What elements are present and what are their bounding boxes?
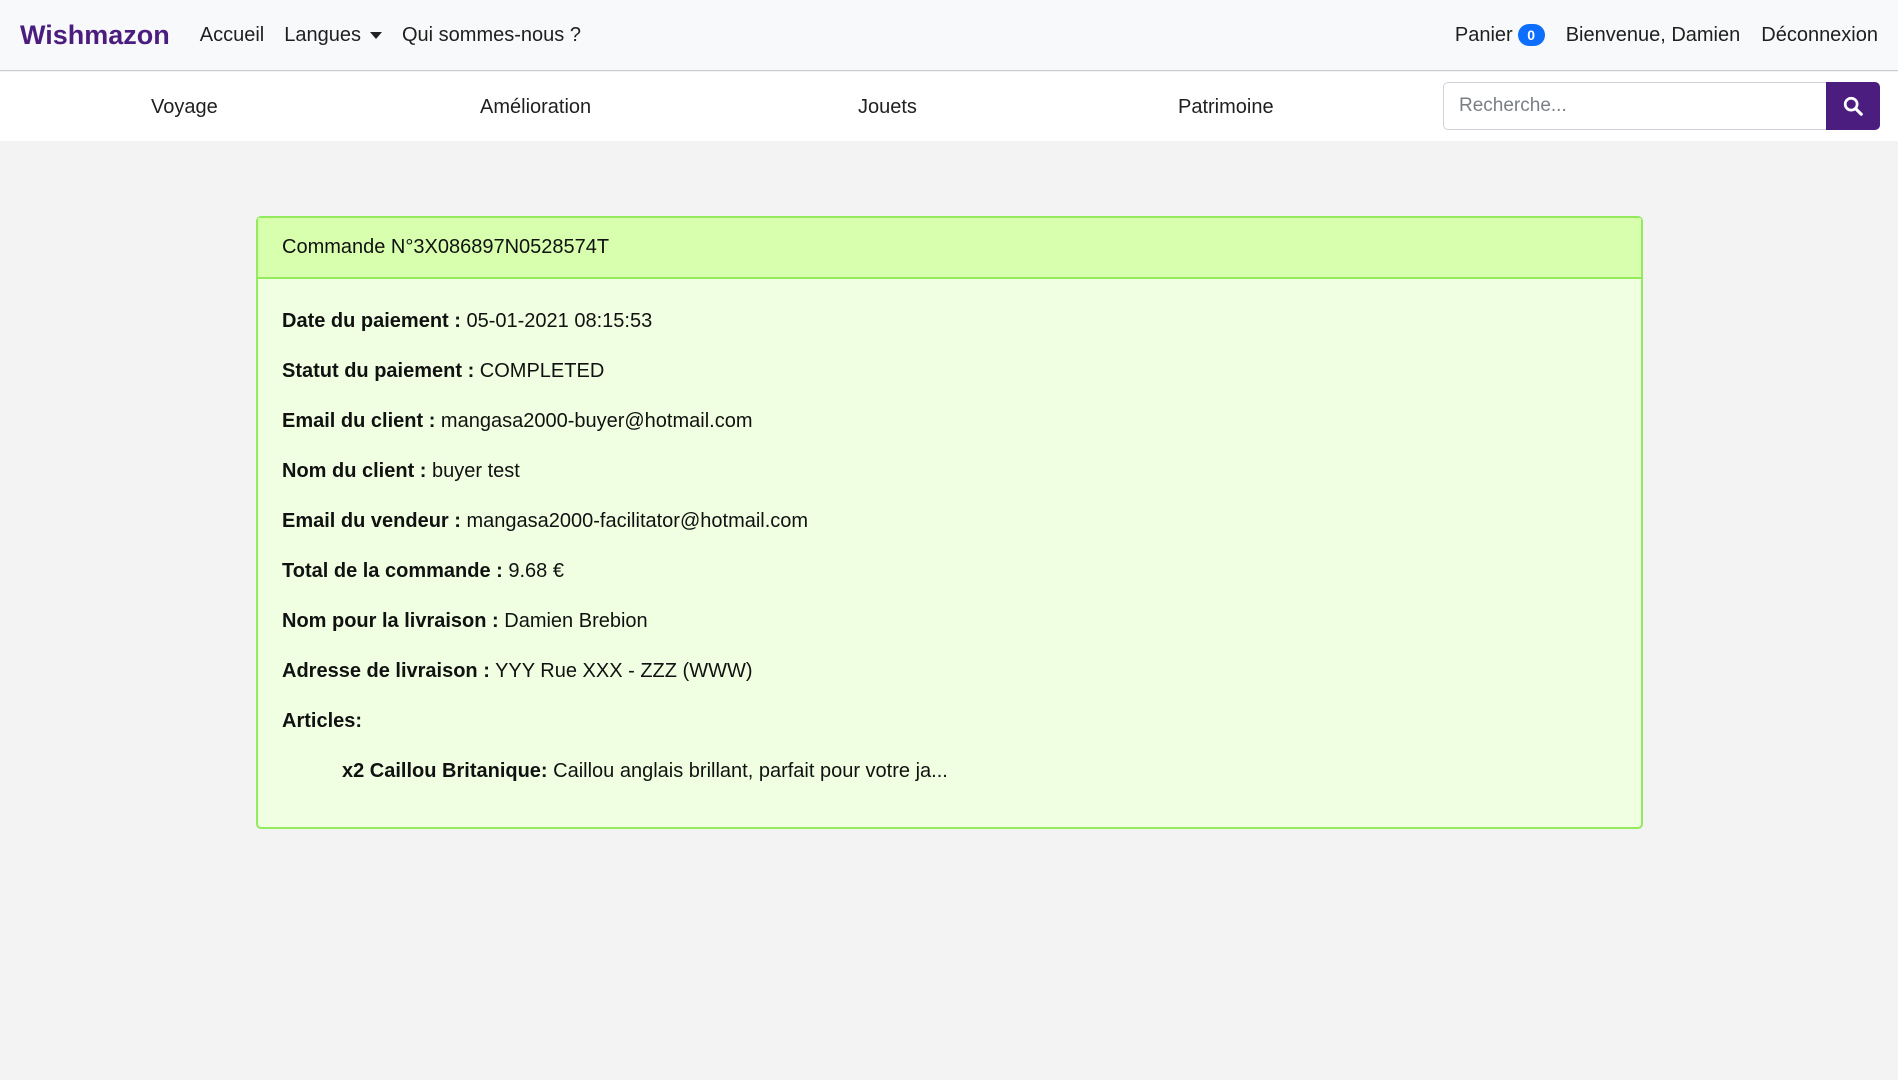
- nav-dropdown-languages-label: Langues: [284, 23, 361, 46]
- category-voyage[interactable]: Voyage: [151, 72, 218, 141]
- order-field-shipping-name: Nom pour la livraison : Damien Brebion: [282, 609, 1617, 633]
- top-navbar: Wishmazon Accueil Langues Qui sommes-nou…: [0, 0, 1898, 71]
- nav-dropdown-languages[interactable]: Langues: [284, 24, 382, 47]
- order-field-payment-status: Statut du paiement : COMPLETED: [282, 359, 1617, 383]
- field-value: COMPLETED: [479, 360, 605, 382]
- nav-link-about[interactable]: Qui sommes-nous ?: [402, 24, 581, 47]
- search-form: [1443, 82, 1880, 130]
- order-field-client-email: Email du client : mangasa2000-buyer@hotm…: [282, 409, 1617, 433]
- article-item: x2 Caillou Britanique: Caillou anglais b…: [282, 759, 1617, 783]
- category-bar: Voyage Amélioration Jouets Patrimoine: [0, 72, 1898, 141]
- field-label: Email du client :: [282, 410, 436, 432]
- field-label: Nom du client :: [282, 460, 427, 482]
- navbar-right: Panier 0 Bienvenue, Damien Déconnexion: [1455, 24, 1878, 47]
- search-icon: [1843, 96, 1863, 116]
- cart-link[interactable]: Panier 0: [1455, 24, 1545, 47]
- cart-label: Panier: [1454, 23, 1513, 46]
- order-card-header: Commande N°3X086897N0528574T: [258, 218, 1641, 279]
- articles-heading: Articles:: [282, 709, 1617, 733]
- field-label: Statut du paiement :: [282, 360, 475, 382]
- article-description: Caillou anglais brillant, parfait pour v…: [553, 760, 948, 782]
- field-label: Adresse de livraison :: [282, 660, 490, 682]
- cart-count-badge: 0: [1517, 24, 1545, 46]
- search-button[interactable]: [1826, 82, 1880, 130]
- field-value: buyer test: [432, 460, 520, 482]
- field-value: mangasa2000-facilitator@hotmail.com: [466, 510, 809, 532]
- order-field-seller-email: Email du vendeur : mangasa2000-facilitat…: [282, 509, 1617, 533]
- field-value: 9.68 €: [508, 560, 564, 582]
- field-value: Damien Brebion: [504, 610, 648, 632]
- field-value: YYY Rue XXX - ZZZ (WWW): [495, 660, 753, 682]
- category-amelioration[interactable]: Amélioration: [480, 72, 591, 141]
- category-patrimoine[interactable]: Patrimoine: [1178, 72, 1274, 141]
- brand-logo[interactable]: Wishmazon: [20, 20, 170, 51]
- field-value: 05-01-2021 08:15:53: [466, 310, 653, 332]
- article-name: x2 Caillou Britanique:: [342, 760, 548, 782]
- field-value: mangasa2000-buyer@hotmail.com: [440, 410, 753, 432]
- field-label: Date du paiement :: [282, 310, 461, 332]
- nav-link-home[interactable]: Accueil: [200, 24, 264, 47]
- field-label: Total de la commande :: [282, 560, 503, 582]
- chevron-down-icon: [370, 31, 382, 39]
- welcome-user-link[interactable]: Bienvenue, Damien: [1566, 24, 1741, 47]
- field-label: Email du vendeur :: [282, 510, 461, 532]
- category-jouets[interactable]: Jouets: [858, 72, 917, 141]
- logout-link[interactable]: Déconnexion: [1761, 24, 1878, 47]
- field-label: Nom pour la livraison :: [282, 610, 499, 632]
- order-card-body: Date du paiement : 05-01-2021 08:15:53 S…: [258, 279, 1641, 783]
- articles-label: Articles:: [282, 710, 363, 732]
- order-field-total: Total de la commande : 9.68 €: [282, 559, 1617, 583]
- search-input[interactable]: [1443, 82, 1826, 130]
- order-card: Commande N°3X086897N0528574T Date du pai…: [256, 216, 1643, 829]
- order-field-client-name: Nom du client : buyer test: [282, 459, 1617, 483]
- order-field-shipping-address: Adresse de livraison : YYY Rue XXX - ZZZ…: [282, 659, 1617, 683]
- order-field-payment-date: Date du paiement : 05-01-2021 08:15:53: [282, 309, 1617, 333]
